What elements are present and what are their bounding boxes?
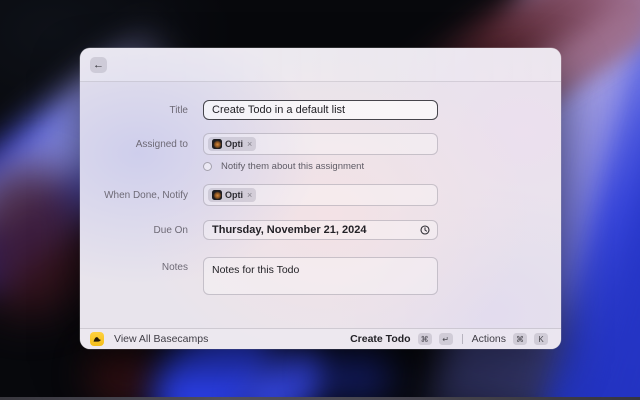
- notes-label: Notes: [161, 262, 188, 273]
- due-on-label: Due On: [153, 224, 188, 236]
- assigned-to-field[interactable]: Opti ×: [203, 133, 438, 155]
- notify-name: Opti: [225, 190, 243, 200]
- assigned-to-label: Assigned to: [135, 138, 188, 150]
- assignee-tag[interactable]: Opti ×: [208, 137, 257, 151]
- return-key-icon: ↵: [438, 333, 453, 345]
- create-todo-button[interactable]: Create Todo: [350, 333, 410, 345]
- title-input[interactable]: [203, 100, 438, 120]
- command-key-icon: ⌘: [417, 333, 432, 345]
- actions-button[interactable]: Actions: [472, 333, 506, 345]
- due-on-row: Due On Thursday, November 21, 2024: [80, 220, 561, 240]
- wallpaper-streak: [88, 342, 163, 400]
- notify-checkbox[interactable]: [203, 162, 212, 171]
- basecamp-icon[interactable]: [90, 332, 104, 346]
- view-all-basecamps[interactable]: View All Basecamps: [114, 333, 208, 345]
- assigned-to-row: Assigned to Opti ×: [80, 133, 561, 155]
- notes-input[interactable]: Notes for this Todo: [203, 257, 438, 295]
- window-header: ←: [80, 48, 561, 82]
- window-footer: View All Basecamps Create Todo ⌘ ↵ Actio…: [80, 328, 561, 349]
- footer-divider: [461, 334, 463, 344]
- back-arrow-icon: ←: [93, 58, 104, 71]
- title-row: Title: [80, 100, 561, 120]
- notes-row: Notes Notes for this Todo: [80, 257, 561, 300]
- due-on-value: Thursday, November 21, 2024: [212, 224, 367, 236]
- notify-avatar: [212, 190, 222, 200]
- notify-label[interactable]: Notify them about this assignment: [221, 161, 364, 172]
- wallpaper-streak: [318, 348, 393, 398]
- when-done-notify-row: When Done, Notify Opti ×: [80, 184, 561, 206]
- k-key-icon: K: [534, 333, 548, 345]
- title-label: Title: [169, 104, 188, 116]
- when-done-notify-field[interactable]: Opti ×: [203, 184, 438, 206]
- assignee-name: Opti: [225, 139, 243, 149]
- command-key-icon: ⌘: [513, 333, 527, 345]
- notify-row: Notify them about this assignment: [203, 161, 561, 172]
- due-on-field[interactable]: Thursday, November 21, 2024: [203, 220, 438, 240]
- remove-tag-icon[interactable]: ×: [247, 190, 252, 200]
- form: Title Assigned to Opti ×: [80, 82, 561, 300]
- when-done-notify-label: When Done, Notify: [104, 189, 188, 201]
- assignee-avatar: [212, 139, 222, 149]
- create-todo-window: ← Title Assigned to Opti ×: [80, 48, 561, 349]
- back-button[interactable]: ←: [90, 56, 107, 73]
- notify-tag[interactable]: Opti ×: [208, 188, 257, 202]
- screen: ← Title Assigned to Opti ×: [0, 0, 640, 400]
- remove-tag-icon[interactable]: ×: [247, 139, 252, 149]
- clock-icon[interactable]: [420, 225, 430, 235]
